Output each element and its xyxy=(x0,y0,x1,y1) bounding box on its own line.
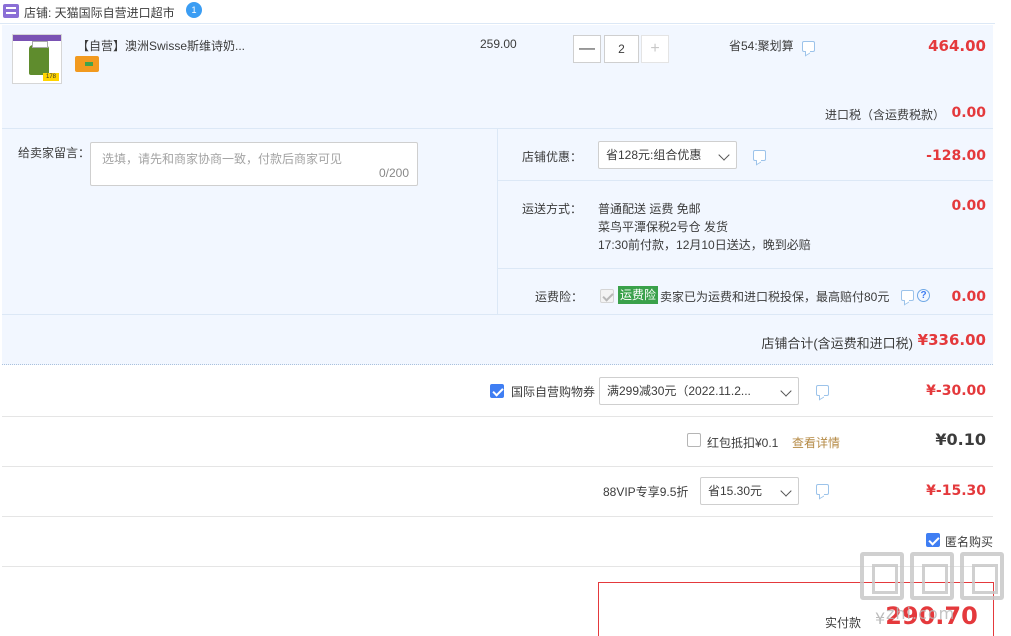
insurance-tag: 运费险 xyxy=(618,286,659,304)
seller-memo-input[interactable]: 选填，请先和商家协商一致，付款后商家可见 0/200 xyxy=(90,142,418,186)
seller-memo-placeholder: 选填，请先和商家协商一致，付款后商家可见 xyxy=(102,152,343,166)
store-name[interactable]: 店铺: 天猫国际自营进口超市 xyxy=(24,4,175,21)
watermark-glyph xyxy=(910,552,954,600)
shipping-label: 运送方式： xyxy=(522,202,583,216)
red-packet-label: 红包抵扣¥0.1 xyxy=(707,436,779,450)
store-discount-select[interactable]: 省128元:组合优惠 xyxy=(598,141,737,169)
red-packet-amount: ¥0.10 xyxy=(935,430,986,449)
coupon-select[interactable]: 满299减30元（2022.11.2... xyxy=(599,377,799,405)
vip-amount: ¥-15.30 xyxy=(926,483,986,499)
quantity-decrease-button[interactable]: — xyxy=(573,35,601,63)
coupon-amount: ¥-30.00 xyxy=(926,383,986,399)
quantity-input[interactable]: 2 xyxy=(604,35,639,63)
vip-row: 88VIP专享9.5折 省15.30元 ¥-15.30 xyxy=(2,467,993,517)
vip-label: 88VIP专享9.5折 xyxy=(603,485,689,499)
import-tax-value: 0.00 xyxy=(951,105,986,121)
site-watermark: zhi.com xyxy=(860,552,1006,632)
coupon-checkbox[interactable] xyxy=(490,384,504,398)
shipping-amount: 0.00 xyxy=(951,198,986,214)
cart-item-row: 178 【自营】澳洲Swisse斯维诗奶... 259.00 — 2 + 省54… xyxy=(2,25,993,125)
shipping-divider xyxy=(498,268,993,269)
coupon-info-icon[interactable] xyxy=(816,385,829,396)
store-icon xyxy=(3,4,19,18)
item-promotion: 省54:聚划算 xyxy=(729,39,794,53)
product-thumbnail[interactable]: 178 xyxy=(12,34,62,84)
coupon-label: 国际自营购物券 xyxy=(511,385,596,399)
store-total-label: 店铺合计(含运费和进口税) xyxy=(761,336,913,351)
anonymous-row: 匿名购买 xyxy=(2,517,993,567)
insurance-description: 卖家已为运费和进口税投保，最高赔付80元 xyxy=(660,290,890,304)
store-discount-info-icon[interactable] xyxy=(753,150,766,161)
red-packet-checkbox[interactable] xyxy=(687,433,701,447)
store-discount-selected: 省128元:组合优惠 xyxy=(606,148,702,162)
store-header: 店铺: 天猫国际自营进口超市 1 xyxy=(0,0,995,24)
insurance-amount: 0.00 xyxy=(951,289,986,305)
promo-info-icon[interactable] xyxy=(802,41,815,52)
shipping-eta: 17:30前付款，12月10日送达，晚到必赔 xyxy=(598,238,811,252)
insurance-chat-icon[interactable] xyxy=(901,290,914,301)
product-title-link[interactable]: 【自营】澳洲Swisse斯维诗奶... xyxy=(77,37,245,54)
insurance-help-icon[interactable]: ? xyxy=(917,289,930,302)
seller-memo-counter: 0/200 xyxy=(378,166,409,180)
payment-label: 实付款 xyxy=(825,616,862,630)
shipping-method: 普通配送 运费 免邮 xyxy=(598,202,701,216)
store-total-value: ¥336.00 xyxy=(917,331,986,349)
vip-info-icon[interactable] xyxy=(816,484,829,495)
order-panel: 178 【自营】澳洲Swisse斯维诗奶... 259.00 — 2 + 省54… xyxy=(2,25,993,365)
watermark-glyph xyxy=(860,552,904,600)
shipping-warehouse: 菜鸟平潭保税2号仓 发货 xyxy=(598,220,729,234)
seller-memo-label: 给卖家留言： xyxy=(18,146,91,160)
insurance-checkbox xyxy=(600,289,614,303)
vip-select[interactable]: 省15.30元 xyxy=(700,477,799,505)
anonymous-checkbox[interactable] xyxy=(926,533,940,547)
vip-selected: 省15.30元 xyxy=(708,484,763,498)
coupon-row: 国际自营购物券 满299减30元（2022.11.2... ¥-30.00 xyxy=(2,367,993,417)
chevron-down-icon xyxy=(780,485,792,497)
thumbnail-price-tag: 178 xyxy=(43,73,59,81)
chevron-down-icon xyxy=(718,149,730,161)
panel-divider xyxy=(2,314,993,315)
store-discount-label: 店铺优惠： xyxy=(522,150,583,164)
column-divider xyxy=(497,128,498,314)
payment-card-icon xyxy=(75,56,99,72)
discount-divider xyxy=(498,180,993,181)
watermark-text: zhi.com xyxy=(886,604,956,623)
wangwang-chat-icon[interactable]: 1 xyxy=(186,2,202,18)
product-bottle-image xyxy=(29,41,49,75)
import-tax-label: 进口税（含运费税款） xyxy=(824,108,945,122)
red-packet-details-link[interactable]: 查看详情 xyxy=(792,434,840,451)
insurance-label: 运费险： xyxy=(535,290,584,304)
red-packet-row: 红包抵扣¥0.1 查看详情 ¥0.10 xyxy=(2,417,993,467)
coupon-selected: 满299减30元（2022.11.2... xyxy=(607,384,751,398)
anonymous-label: 匿名购买 xyxy=(945,535,994,549)
item-total-price: 464.00 xyxy=(928,37,986,55)
unit-price: 259.00 xyxy=(480,37,517,51)
store-discount-amount: -128.00 xyxy=(926,148,986,164)
quantity-increase-button[interactable]: + xyxy=(641,35,669,63)
watermark-glyph xyxy=(960,552,1004,600)
chevron-down-icon xyxy=(780,385,792,397)
